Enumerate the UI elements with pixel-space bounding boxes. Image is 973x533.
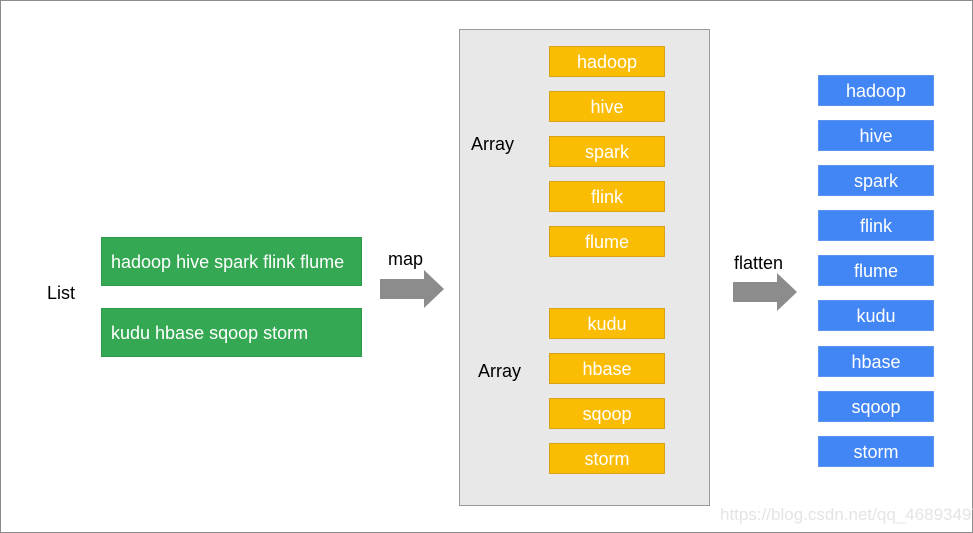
flatten-label: flatten <box>734 253 784 273</box>
flatten-arrow-icon <box>733 273 797 311</box>
array-label: Array <box>478 361 522 381</box>
list-label: List <box>47 283 76 303</box>
array-item: kudu <box>549 308 665 339</box>
array-item: flume <box>549 226 665 257</box>
map-arrow-icon <box>380 270 444 308</box>
list-item: hadoop hive spark flink flume <box>101 237 362 286</box>
flat-item: hive <box>818 120 934 151</box>
flat-item: kudu <box>818 300 934 331</box>
flat-item: sqoop <box>818 391 934 422</box>
array-item: flink <box>549 181 665 212</box>
array-item: hadoop <box>549 46 665 77</box>
array-item: storm <box>549 443 665 474</box>
array-item: hbase <box>549 353 665 384</box>
list-item: kudu hbase sqoop storm <box>101 308 362 357</box>
flat-item: flink <box>818 210 934 241</box>
map-label: map <box>388 249 424 269</box>
array-item: sqoop <box>549 398 665 429</box>
flat-item: spark <box>818 165 934 196</box>
watermark: https://blog.csdn.net/qq_46893497 <box>720 505 973 524</box>
array-item: hive <box>549 91 665 122</box>
flat-item: hadoop <box>818 75 934 106</box>
array-label: Array <box>471 134 515 154</box>
flat-item: flume <box>818 255 934 286</box>
array-item: spark <box>549 136 665 167</box>
flat-item: storm <box>818 436 934 467</box>
flat-item: hbase <box>818 346 934 377</box>
